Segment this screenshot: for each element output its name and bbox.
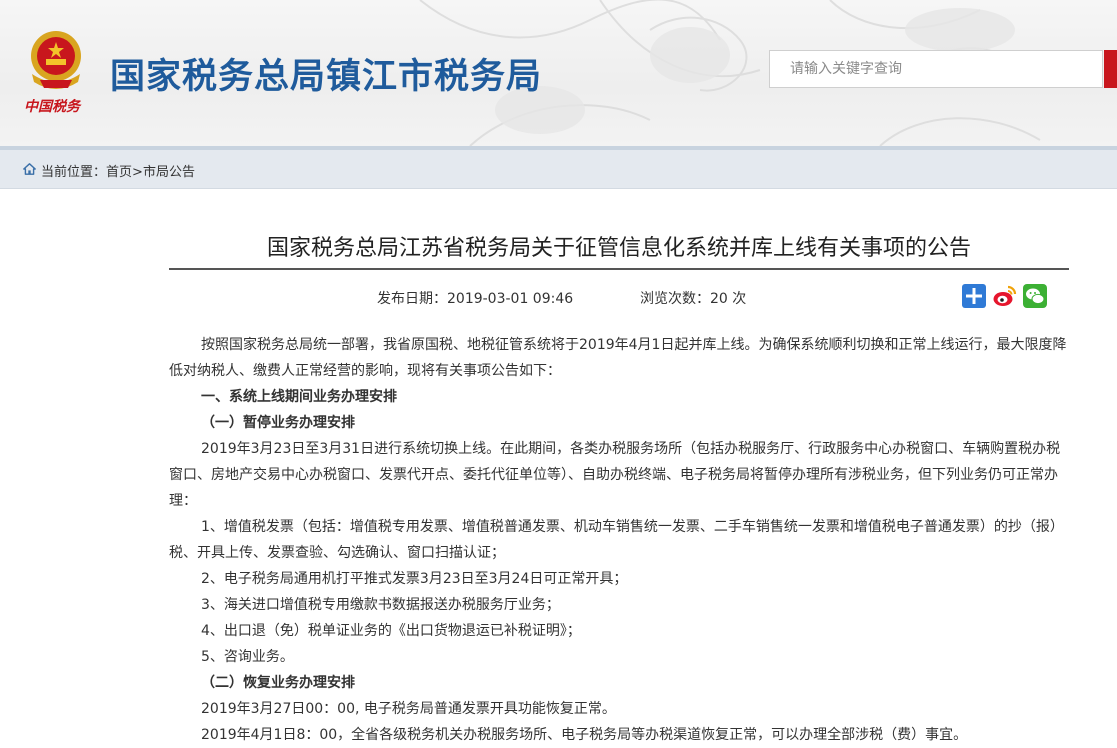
wechat-icon[interactable] [1022, 283, 1048, 309]
view-count-unit: 次 [732, 291, 747, 307]
view-count-label: 浏览次数： [640, 291, 710, 307]
section-heading: （二）恢复业务办理安排 [201, 675, 355, 691]
breadcrumb-separator: > [132, 165, 143, 180]
section-heading: （一）暂停业务办理安排 [201, 415, 355, 431]
search-input[interactable] [770, 51, 1102, 87]
breadcrumb: 当前位置：首页>市局公告 [0, 150, 1117, 189]
view-count-value: 20 [710, 291, 728, 307]
publish-date: 发布日期：2019-03-01 09:46 [377, 288, 573, 308]
weibo-icon[interactable] [992, 283, 1018, 309]
body-paragraph: 2019年3月23日至3月31日进行系统切换上线。在此期间，各类办税服务场所（包… [169, 441, 1061, 509]
view-count: 浏览次数：20 次 [640, 288, 746, 308]
site-header: 中国税务 国家税务总局镇江市税务局 [0, 0, 1117, 146]
section-heading: 一、系统上线期间业务办理安排 [201, 389, 397, 405]
body-paragraph: 4、出口退（免）税单证业务的《出口货物退运已补税证明》； [201, 623, 581, 639]
breadcrumb-prefix: 当前位置： [41, 165, 107, 180]
search-box [769, 50, 1103, 88]
body-paragraph: 2、电子税务局通用机打平推式发票3月23日至3月24日可正常开具； [201, 571, 628, 587]
body-paragraph: 按照国家税务总局统一部署，我省原国税、地税征管系统将于2019年4月1日起并库上… [169, 337, 1067, 379]
body-paragraph: 2019年4月1日8：00，全省各级税务机关办税服务场所、电子税务局等办税渠道恢… [201, 727, 968, 743]
emblem-caption: 中国税务 [24, 99, 80, 115]
publish-date-value: 2019-03-01 09:46 [447, 291, 574, 307]
body-paragraph: 5、咨询业务。 [201, 649, 294, 665]
site-title: 国家税务总局镇江市税务局 [110, 57, 543, 97]
search-button[interactable] [1104, 50, 1117, 88]
article-title: 国家税务总局江苏省税务局关于征管信息化系统并库上线有关事项的公告 [266, 236, 971, 261]
title-divider [169, 268, 1069, 270]
article-body: 按照国家税务总局统一部署，我省原国税、地税征管系统将于2019年4月1日起并库上… [169, 332, 1069, 748]
breadcrumb-link-home[interactable]: 首页 [106, 165, 132, 180]
breadcrumb-trail: 当前位置：首页>市局公告 [41, 161, 195, 180]
body-paragraph: 1、增值税发票（包括：增值税专用发票、增值税普通发票、机动车销售统一发票、二手车… [169, 519, 1064, 561]
body-paragraph: 2019年3月27日00：00, 电子税务局普通发票开具功能恢复正常。 [201, 701, 616, 717]
body-paragraph: 3、海关进口增值税专用缴款书数据报送办税服务厅业务； [201, 597, 560, 613]
publish-date-label: 发布日期： [377, 291, 447, 307]
share-plus-icon[interactable] [961, 283, 987, 309]
breadcrumb-link-notices[interactable]: 市局公告 [143, 165, 195, 180]
home-icon [23, 163, 36, 175]
